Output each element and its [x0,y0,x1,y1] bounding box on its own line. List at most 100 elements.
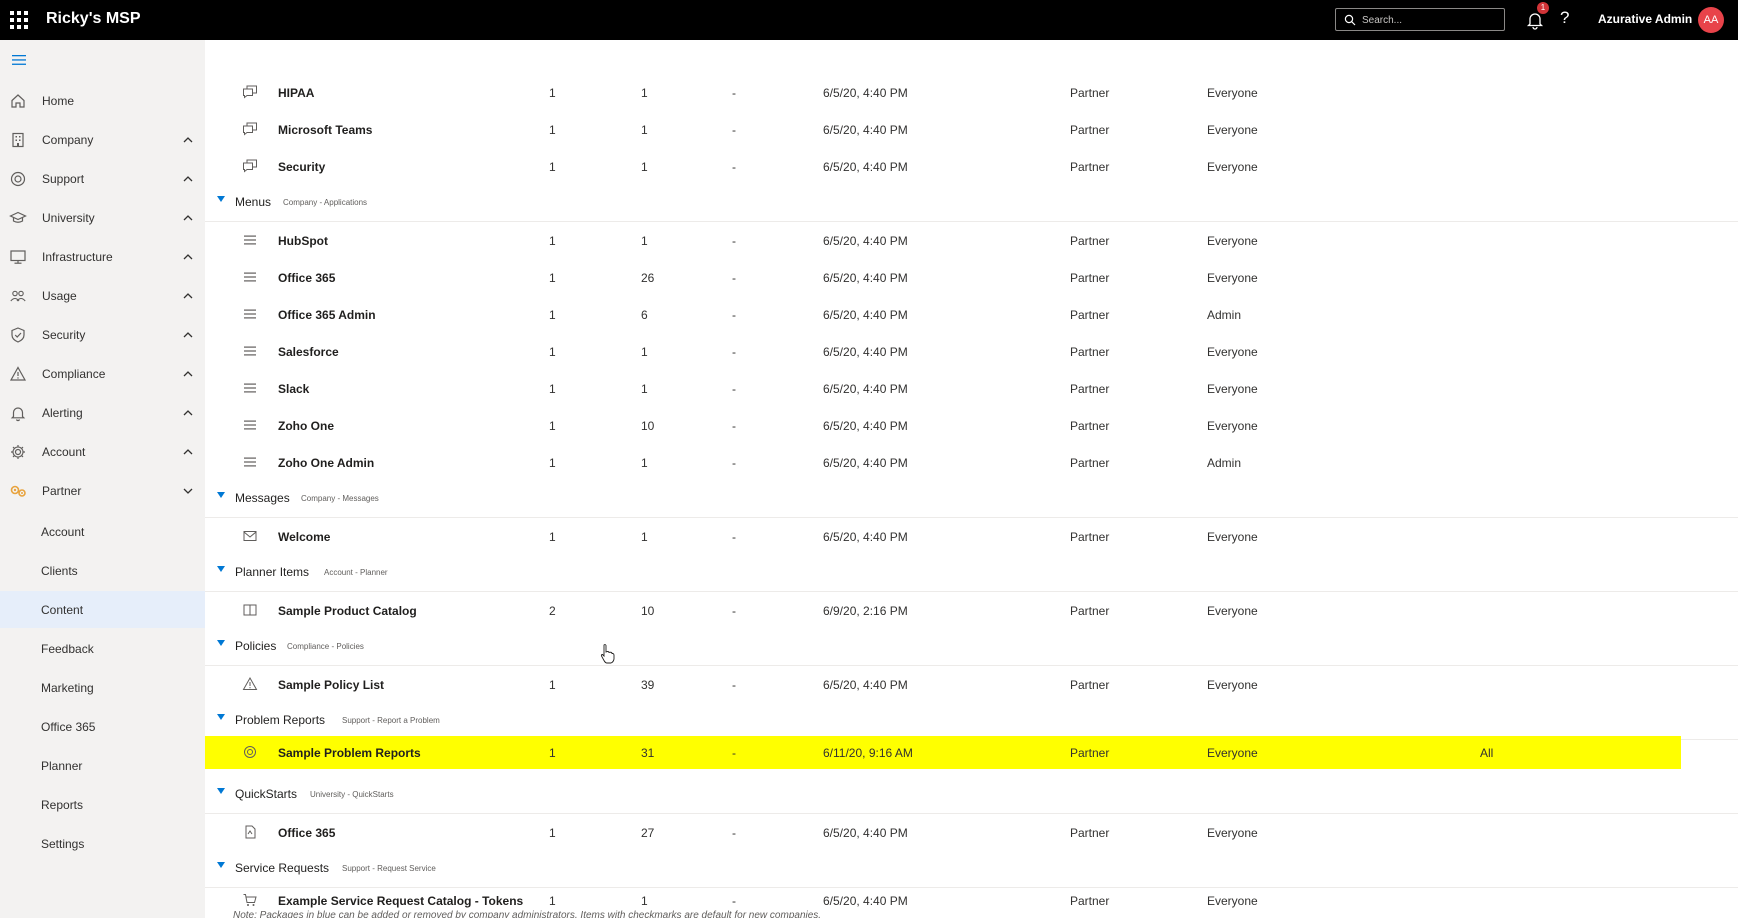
monitor-icon [10,250,26,264]
table-row[interactable]: HIPAA 1 1 - 6/5/20, 4:40 PM Partner Ever… [205,74,1738,111]
sidebar-item-label: Security [42,328,86,342]
chevron-up-icon[interactable] [183,409,193,417]
sidebar-subitem-account[interactable]: Account [0,513,205,550]
gear-icon [11,445,25,459]
sidebar-subitem-planner[interactable]: Planner [0,747,205,784]
chevron-up-icon[interactable] [183,175,193,183]
app-launcher-icon[interactable] [10,11,28,29]
table-row[interactable]: Sample Product Catalog 2 10 - 6/9/20, 2:… [205,592,1738,629]
table-row[interactable]: Microsoft Teams 1 1 - 6/5/20, 4:40 PM Pa… [205,111,1738,148]
sidebar-item-home[interactable]: Home [0,83,205,119]
row-owner: Partner [1070,530,1110,544]
sidebar-item-security[interactable]: Security [0,317,205,353]
sidebar-item-label: Home [42,94,75,108]
chevron-down-icon[interactable] [183,487,193,495]
collapse-triangle-icon[interactable] [217,788,225,794]
row-name: HubSpot [278,234,328,248]
table-row[interactable]: Salesforce 1 1 - 6/5/20, 4:40 PM Partner… [205,333,1738,370]
row-name: Office 365 [278,271,336,285]
collapse-triangle-icon[interactable] [217,862,225,868]
sidebar-subitem-label: Marketing [41,681,94,695]
brand-title[interactable]: Ricky's MSP [46,10,141,28]
sidebar-item-university[interactable]: University [0,200,205,236]
row-date: 6/9/20, 2:16 PM [823,604,908,618]
row-date: 6/5/20, 4:40 PM [823,826,908,840]
row-audience: Everyone [1207,382,1258,396]
group-name: Service Requests [235,861,330,875]
sidebar-subitem-clients[interactable]: Clients [0,552,205,589]
sidebar-subitem-feedback[interactable]: Feedback [0,630,205,667]
sidebar-item-company[interactable]: Company [0,122,205,158]
collapse-triangle-icon[interactable] [217,566,225,572]
group-name: Policies [235,639,277,653]
user-name[interactable]: Azurative Admin [1598,12,1692,26]
table-row[interactable]: Zoho One Admin 1 1 - 6/5/20, 4:40 PM Par… [205,444,1738,481]
graduation-cap-icon [9,211,27,223]
sidebar-item-compliance[interactable]: Compliance [0,356,205,392]
table-row-highlighted[interactable]: Sample Problem Reports 1 31 - 6/11/20, 9… [205,736,1681,769]
search-input[interactable] [1362,12,1500,28]
sidebar-item-label: Infrastructure [42,250,113,264]
hamburger-menu-icon[interactable] [12,54,26,66]
notification-badge: 1 [1537,2,1549,14]
collapse-triangle-icon[interactable] [217,640,225,646]
group-header-menus[interactable]: Menus Company - Applications [205,185,1738,222]
building-icon [12,132,24,148]
table-row[interactable]: Office 365 1 27 - 6/5/20, 4:40 PM Partne… [205,814,1738,851]
group-subtitle: Company - Messages [301,494,379,503]
collapse-triangle-icon[interactable] [217,714,225,720]
table-row[interactable]: Security 1 1 - 6/5/20, 4:40 PM Partner E… [205,148,1738,185]
row-audience: Admin [1207,456,1242,470]
chevron-up-icon[interactable] [183,214,193,222]
row-count: 1 [641,345,648,359]
row-version: 1 [549,234,556,248]
group-header-planner-items[interactable]: Planner Items Account - Planner [205,555,1738,592]
collapse-triangle-icon[interactable] [217,492,225,498]
chevron-up-icon[interactable] [183,136,193,144]
group-header-quickstarts[interactable]: QuickStarts University - QuickStarts [205,777,1738,814]
sidebar-subitem-office365[interactable]: Office 365 [0,708,205,745]
row-version: 1 [549,86,556,100]
row-owner: Partner [1070,234,1110,248]
table-row[interactable]: Sample Policy List 1 39 - 6/5/20, 4:40 P… [205,666,1738,703]
table-row[interactable]: Zoho One 1 10 - 6/5/20, 4:40 PM Partner … [205,407,1738,444]
row-audience: Everyone [1207,530,1258,544]
sidebar-subitem-content[interactable]: Content [0,591,205,628]
sidebar-subitem-label: Feedback [41,642,94,656]
group-subtitle: Support - Request Service [342,864,436,873]
help-icon[interactable]: ? [1560,8,1569,28]
table-row[interactable]: Slack 1 1 - 6/5/20, 4:40 PM Partner Ever… [205,370,1738,407]
row-count: 6 [641,308,648,322]
table-row[interactable]: HubSpot 1 1 - 6/5/20, 4:40 PM Partner Ev… [205,222,1738,259]
group-header-policies[interactable]: Policies Compliance - Policies [205,629,1738,666]
table-row[interactable]: Welcome 1 1 - 6/5/20, 4:40 PM Partner Ev… [205,518,1738,555]
row-name: Zoho One Admin [278,456,375,470]
chevron-up-icon[interactable] [183,253,193,261]
chevron-up-icon[interactable] [183,292,193,300]
sidebar-item-partner[interactable]: Partner [0,473,205,509]
avatar[interactable]: AA [1698,7,1724,33]
sidebar-item-infrastructure[interactable]: Infrastructure [0,239,205,275]
group-header-problem-reports[interactable]: Problem Reports Support - Report a Probl… [205,703,1738,740]
collapse-triangle-icon[interactable] [217,196,225,202]
sidebar-item-alerting[interactable]: Alerting [0,395,205,431]
chevron-up-icon[interactable] [183,331,193,339]
row-dash: - [732,456,736,470]
chevron-up-icon[interactable] [183,370,193,378]
row-dash: - [732,123,736,137]
table-row[interactable]: Office 365 Admin 1 6 - 6/5/20, 4:40 PM P… [205,296,1738,333]
sidebar-subitem-marketing[interactable]: Marketing [0,669,205,706]
row-name: Sample Problem Reports [278,746,421,760]
sidebar-item-usage[interactable]: Usage [0,278,205,314]
row-date: 6/5/20, 4:40 PM [823,894,908,908]
group-header-messages[interactable]: Messages Company - Messages [205,481,1738,518]
sidebar-subitem-settings[interactable]: Settings [0,825,205,862]
search-box[interactable] [1335,8,1505,31]
table-row[interactable]: Office 365 1 26 - 6/5/20, 4:40 PM Partne… [205,259,1738,296]
group-subtitle: University - QuickStarts [310,790,394,799]
menu-lines-icon [244,457,256,467]
sidebar-subitem-reports[interactable]: Reports [0,786,205,823]
sidebar-item-account[interactable]: Account [0,434,205,470]
sidebar-item-support[interactable]: Support [0,161,205,197]
chevron-up-icon[interactable] [183,448,193,456]
